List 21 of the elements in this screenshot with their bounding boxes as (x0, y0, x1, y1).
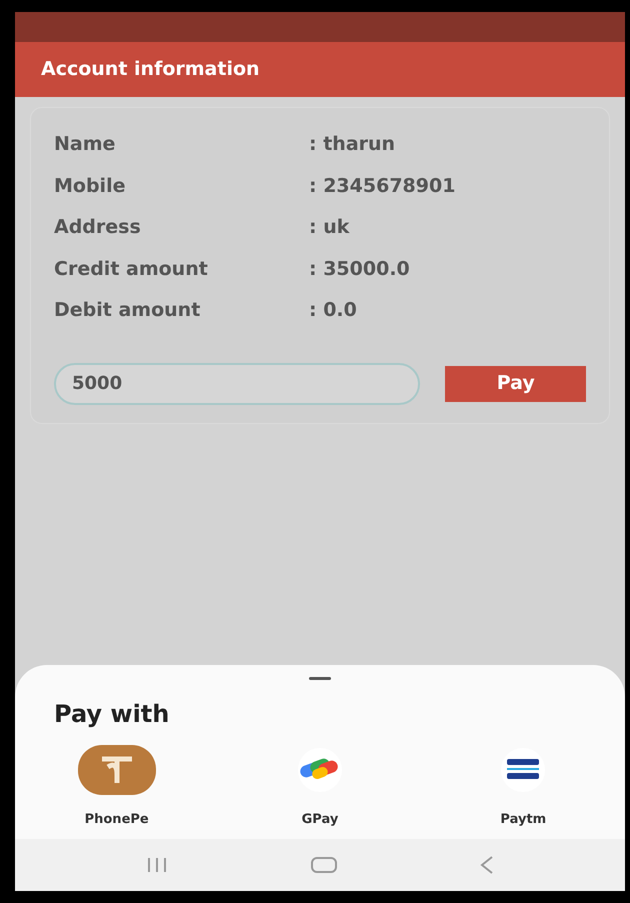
sheet-title: Pay with (53, 698, 170, 730)
home-icon[interactable] (310, 857, 337, 873)
field-label: Address (54, 215, 142, 240)
field-value: : 0.0 (309, 298, 358, 323)
recent-apps-icon[interactable] (146, 857, 168, 873)
field-label: Name (54, 132, 116, 157)
amount-field[interactable]: 5000 (54, 362, 420, 404)
back-icon[interactable] (480, 856, 494, 874)
field-value: : tharun (309, 132, 396, 157)
field-value: : 35000.0 (309, 256, 411, 282)
field-value: : uk (309, 215, 350, 240)
app-label[interactable]: PhonePe (84, 810, 149, 829)
pay-button[interactable]: Pay (445, 366, 586, 402)
app-label[interactable]: GPay (302, 810, 338, 829)
app-bar-title: Account information (41, 57, 260, 82)
field-value: : 2345678901 (309, 174, 456, 198)
field-label: Debit amount (54, 298, 202, 323)
app-label[interactable]: Paytm (500, 810, 546, 829)
field-label: Mobile (54, 174, 126, 198)
drag-handle[interactable] (309, 676, 331, 680)
field-label: Credit amount (54, 256, 209, 282)
